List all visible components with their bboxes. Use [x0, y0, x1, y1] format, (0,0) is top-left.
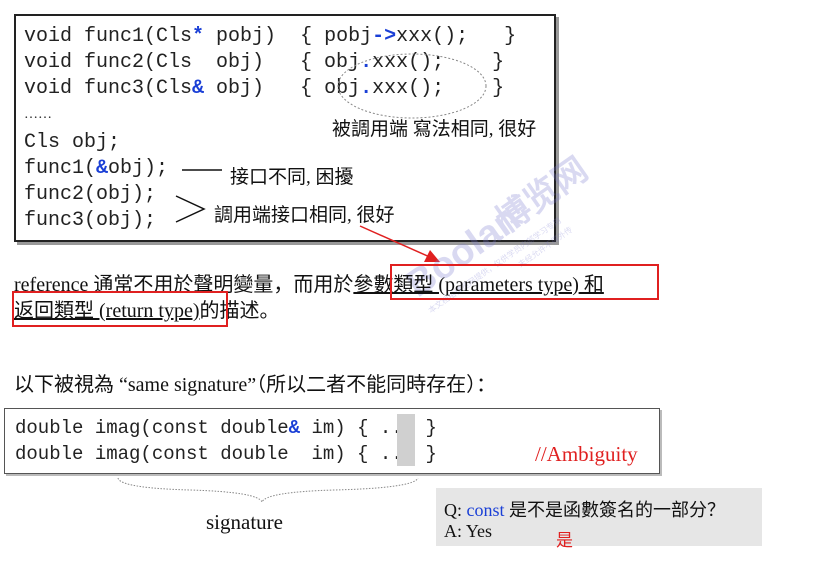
signature-label: signature [206, 510, 283, 534]
ambiguity-comment: //Ambiguity [535, 442, 638, 466]
answer-line: A: Yes [444, 521, 493, 541]
gray-separator [397, 414, 415, 466]
handwritten-yes: 是 [556, 531, 573, 551]
same-signature-intro: 以下被視為 “same signature”（所以二者不能同時存在）： [14, 374, 497, 396]
signature-brace [117, 477, 419, 504]
angle-brace-pointer [175, 195, 206, 223]
red-arrow-line [359, 225, 433, 259]
code-text: double imag(const double [15, 417, 289, 439]
question-line: Q: const 是不是函數簽名的一部分？ [444, 496, 725, 522]
code-text: im) { ... } [300, 417, 437, 439]
const-keyword: const [466, 500, 505, 520]
q-prefix: Q: [444, 500, 467, 520]
reference-symbol: & [288, 417, 301, 439]
dotted-ellipse [337, 53, 487, 119]
highlight-box-parameters [390, 264, 659, 300]
sig-line-1: double imag(const double& im) { ... } [15, 415, 437, 441]
question-text: 是不是函數簽名的一部分？ [504, 500, 725, 520]
sig-line-2: double imag(const double im) { ... } [15, 443, 437, 465]
signature-code-box: double imag(const double& im) { ... } do… [4, 408, 660, 474]
highlight-box-return [12, 291, 228, 327]
qa-box: Q: const 是不是函數簽名的一部分？ A: Yes 是 [436, 488, 762, 551]
